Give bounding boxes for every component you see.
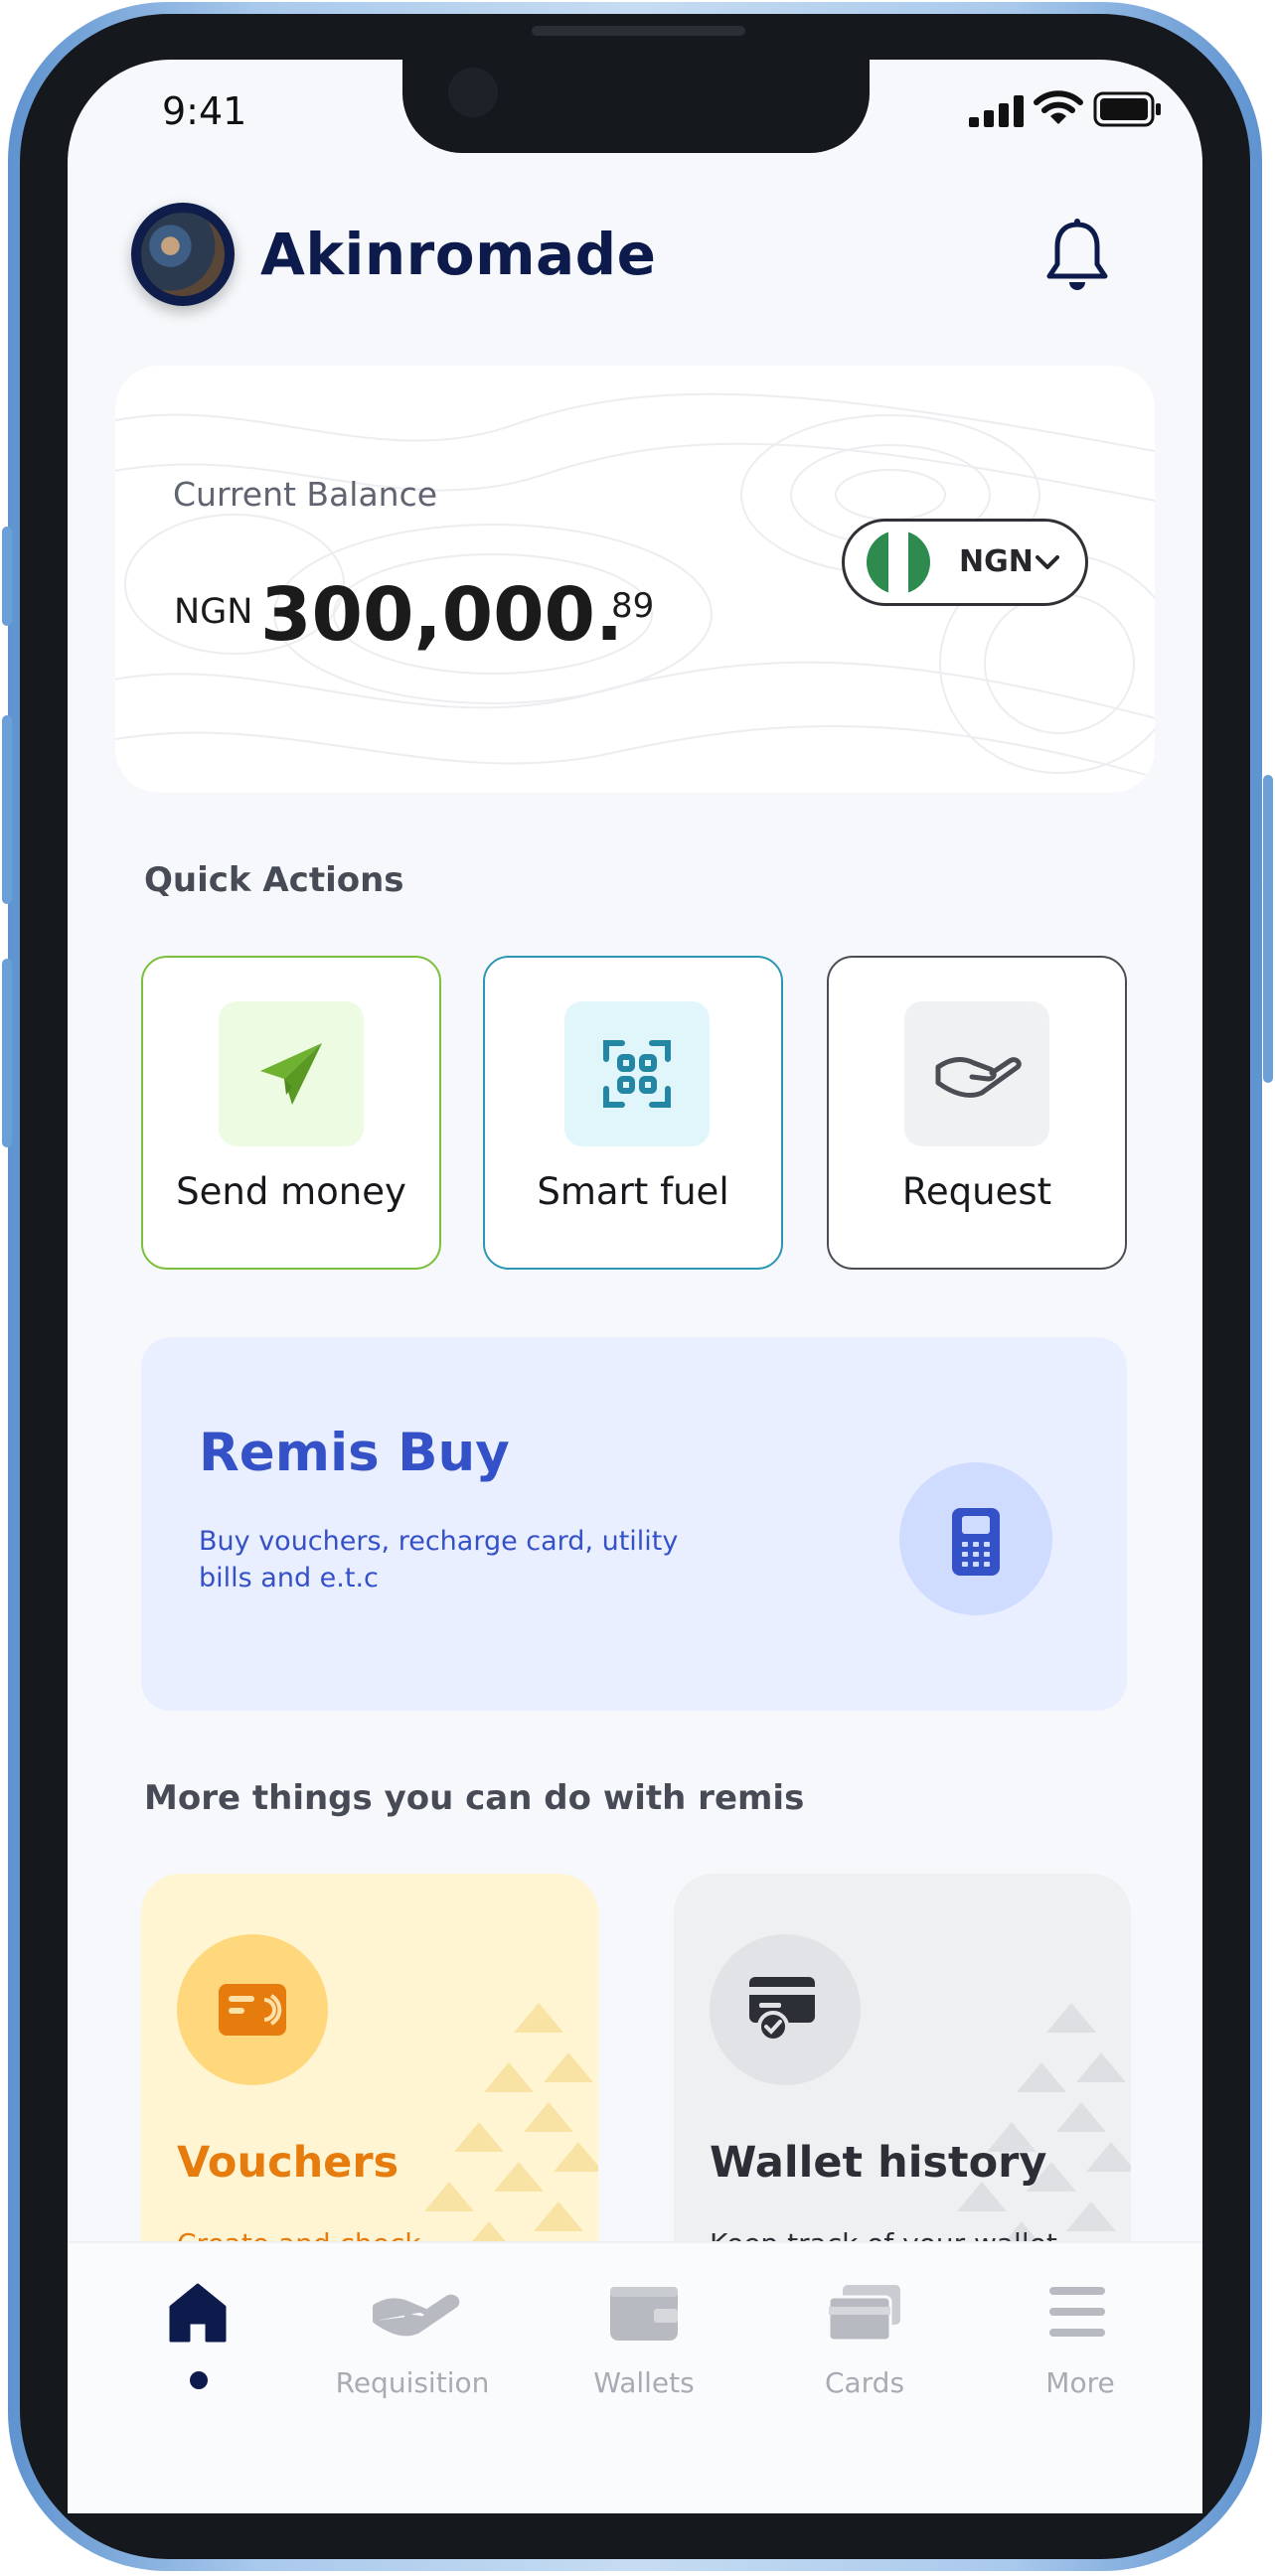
request-label: Request (901, 1170, 1052, 1213)
pos-terminal-icon (952, 1508, 1000, 1576)
battery-icon (1093, 91, 1161, 127)
nav-label-more[interactable]: More (981, 2366, 1180, 2399)
chevron-down-icon (1036, 555, 1059, 569)
balance-decimal: 89 (611, 586, 655, 626)
balance-label: Current Balance (173, 475, 438, 514)
home-icon[interactable] (167, 2281, 229, 2343)
vouchers-title: Vouchers (177, 2138, 399, 2188)
avatar-photo (141, 213, 225, 296)
wallet-history-title: Wallet history (710, 2138, 1047, 2188)
volume-down-button (2, 959, 12, 1147)
balance-currency-prefix: NGN (174, 592, 253, 632)
wifi-icon (1034, 90, 1083, 124)
balance-amount: 300,000. (260, 572, 624, 658)
cellular-signal-icon (969, 95, 1024, 127)
menu-icon[interactable] (1047, 2281, 1107, 2343)
power-button (1263, 775, 1273, 1083)
quick-actions-title: Quick Actions (144, 860, 404, 900)
notification-bell-icon[interactable] (1041, 217, 1113, 296)
nav-label-wallets[interactable]: Wallets (545, 2366, 743, 2399)
more-section-title: More things you can do with remis (144, 1778, 805, 1818)
qr-scan-icon (603, 1040, 671, 1108)
username: Akinromade (260, 221, 657, 288)
currency-code: NGN (959, 544, 1034, 579)
wallet-icon[interactable] (608, 2281, 680, 2343)
nav-divider (68, 2241, 1202, 2243)
hand-icon[interactable] (372, 2281, 461, 2343)
nigeria-flag-icon (867, 530, 930, 594)
status-time: 9:41 (162, 89, 247, 133)
cards-icon[interactable] (827, 2281, 902, 2343)
front-camera (448, 68, 498, 117)
speaker-grille (532, 26, 745, 36)
remis-buy-title: Remis Buy (199, 1423, 510, 1483)
send-money-label: Send money (176, 1170, 406, 1213)
active-indicator (190, 2371, 208, 2389)
voucher-card-icon (219, 1984, 286, 2036)
smart-fuel-label: Smart fuel (537, 1170, 729, 1213)
mute-switch (2, 527, 12, 626)
nav-label-cards[interactable]: Cards (765, 2366, 964, 2399)
remis-buy-description: Buy vouchers, recharge card, utility bil… (199, 1526, 679, 1593)
nav-label-requisition[interactable]: Requisition (313, 2366, 512, 2399)
wallet-history-icon (749, 1977, 815, 2043)
volume-up-button (2, 715, 12, 904)
hand-request-icon (935, 1057, 1022, 1098)
paper-plane-icon (260, 1043, 322, 1105)
